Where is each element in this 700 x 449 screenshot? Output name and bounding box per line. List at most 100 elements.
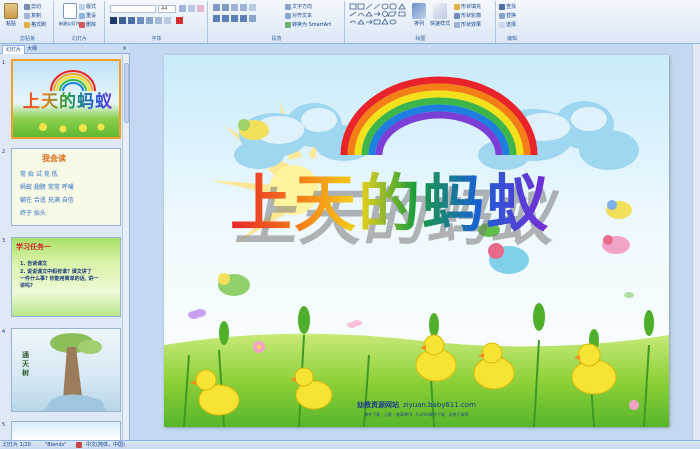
thumb-2-row: 终于 抬头 — [20, 210, 46, 217]
slides-group: 新建幻灯片 版式 重设 删除 幻灯片 — [55, 1, 105, 43]
slide-thumbnail-1[interactable]: 上天的蚂蚁 — [11, 59, 121, 139]
cursor-icon — [499, 21, 505, 28]
layout-button[interactable]: 版式 — [79, 3, 96, 10]
replace-button[interactable]: 替换 — [499, 12, 516, 19]
shadow-icon[interactable] — [146, 17, 153, 24]
shapes-gallery[interactable] — [349, 3, 407, 31]
thumb-2-row: 蚂蚁 翅膀 常常 呼噗 — [20, 184, 74, 191]
format-painter-button[interactable]: 格式刷 — [24, 21, 46, 28]
new-slide-icon — [62, 3, 77, 19]
font-name-combo[interactable] — [110, 5, 156, 13]
justify-icon[interactable] — [240, 15, 247, 22]
close-icon[interactable]: × — [122, 45, 127, 52]
underline-icon[interactable] — [128, 17, 135, 24]
cut-button[interactable]: 剪切 — [24, 3, 41, 10]
scrollbar-thumb[interactable] — [124, 63, 129, 123]
delete-icon — [79, 21, 85, 28]
status-bar: 幻灯片 1/20 "Blends" 中文(简体，中国) — [0, 440, 700, 449]
binoculars-icon — [499, 3, 505, 10]
strikethrough-icon[interactable] — [137, 17, 144, 24]
site-links: 课件下载 · 儿歌 · 故事MP3 · FLASH课件下载 · 试卷下载等 — [364, 412, 469, 417]
slide-number: 3 — [2, 238, 6, 244]
slide-thumbnail-5[interactable] — [11, 421, 121, 440]
pen-icon — [454, 12, 460, 19]
thumb-1-title: 上天的蚂蚁 — [19, 87, 117, 112]
thumb-2-row: 常 抬 试 竞 低 — [20, 171, 58, 178]
bold-icon[interactable] — [110, 17, 117, 24]
align-text-icon — [285, 12, 291, 19]
text-direction-button[interactable]: 文字方向 — [285, 3, 312, 10]
font-group: 44 字体 — [106, 1, 208, 43]
increase-indent-icon[interactable] — [240, 4, 247, 11]
shape-outline-button[interactable]: 形状轮廓 — [454, 12, 481, 19]
quick-styles-button[interactable]: 快速样式 — [430, 3, 450, 27]
slide-thumbnail-3[interactable]: 学习任务一 1. 自读课文 2. 说说课文中蚂有谁? 课文讲了 一件什么事? 你… — [11, 237, 121, 317]
panel-scrollbar[interactable] — [122, 55, 129, 440]
smartart-icon — [285, 21, 291, 28]
find-button[interactable]: 查找 — [499, 3, 516, 10]
tab-slides[interactable]: 幻灯片 — [2, 45, 26, 54]
paragraph-group: 文字方向 对齐文本 转换为 SmartArt 段落 — [209, 1, 345, 43]
grow-font-icon[interactable] — [179, 5, 186, 12]
language: 中文(简体，中国) — [86, 442, 125, 448]
clipboard-group-label: 剪贴板 — [19, 36, 35, 42]
clear-format-icon[interactable] — [197, 5, 204, 12]
columns-icon[interactable] — [249, 15, 256, 22]
copy-button[interactable]: 复制 — [24, 12, 41, 19]
slide-number: 4 — [2, 329, 6, 335]
bullets-icon[interactable] — [213, 4, 220, 11]
paragraph-group-label: 段落 — [271, 36, 282, 42]
theme-name: "Blends" — [45, 442, 67, 448]
spacing-icon[interactable] — [155, 17, 162, 24]
font-group-label: 字体 — [151, 36, 162, 42]
align-text-button[interactable]: 对齐文本 — [285, 12, 312, 19]
decrease-indent-icon[interactable] — [231, 4, 238, 11]
arrange-button[interactable]: 排列 — [412, 3, 426, 27]
align-left-icon[interactable] — [213, 15, 220, 22]
copy-icon — [24, 12, 30, 19]
drawing-group-label: 绘图 — [415, 36, 426, 42]
delete-slide-button[interactable]: 删除 — [79, 21, 96, 28]
tab-outline[interactable]: 大纲 — [24, 45, 40, 54]
replace-icon — [499, 12, 505, 19]
slide-title[interactable]: 上天的蚂蚁 — [230, 153, 550, 243]
shape-fill-button[interactable]: 形状填充 — [454, 3, 481, 10]
slide-thumbnail-2[interactable]: 我会读 常 抬 试 竞 低 蚂蚁 翅膀 常常 呼噗 躺在 合适 充满 自信 终于… — [11, 148, 121, 226]
reset-button[interactable]: 重设 — [79, 12, 96, 19]
slide-editing-area: 上天的蚂蚁 上天的蚂蚁 幼教资源网站 ziyuan.baby611.com 课件… — [131, 44, 700, 440]
thumb-2-row: 躺在 合适 充满 自信 — [20, 197, 74, 204]
thumb-3-line: 2. 说说课文中蚂有谁? 课文讲了 — [20, 269, 92, 275]
effects-icon — [454, 21, 460, 28]
font-color-icon[interactable] — [176, 17, 183, 24]
thumb-3-title: 学习任务一 — [16, 243, 51, 251]
line-spacing-icon[interactable] — [249, 4, 256, 11]
paste-button[interactable]: 粘贴 — [4, 3, 18, 27]
select-button[interactable]: 选择 — [499, 21, 516, 28]
align-center-icon[interactable] — [222, 15, 229, 22]
smartart-button[interactable]: 转换为 SmartArt — [285, 21, 331, 28]
change-case-icon[interactable] — [164, 17, 171, 24]
numbering-icon[interactable] — [222, 4, 229, 11]
thumb-4-title: 通天树 — [22, 351, 29, 377]
slide-scrollbar[interactable] — [692, 44, 700, 440]
brush-icon — [24, 21, 30, 28]
current-slide[interactable]: 上天的蚂蚁 上天的蚂蚁 幼教资源网站 ziyuan.baby611.com 课件… — [164, 55, 669, 427]
slides-group-label: 幻灯片 — [71, 36, 87, 42]
slide-thumbnail-4[interactable]: 通天树 — [11, 328, 121, 412]
text-direction-icon — [285, 3, 291, 10]
slide-counter: 幻灯片 1/20 — [3, 442, 31, 448]
site-name: 幼教资源网站 — [357, 401, 400, 409]
italic-icon[interactable] — [119, 17, 126, 24]
slides-panel: 幻灯片 大纲 × 1 上天的蚂蚁 2 我会读 常 抬 试 竞 低 蚂蚁 翅膀 常… — [0, 44, 130, 440]
shape-effects-button[interactable]: 形状效果 — [454, 21, 481, 28]
thumb-3-line: 一件什么事? 你能用简单的话, 讲一 — [20, 276, 99, 282]
thumb-3-line: 讲吗? — [20, 283, 33, 289]
editing-group-label: 编辑 — [506, 36, 517, 42]
spellcheck-icon[interactable] — [76, 442, 82, 448]
slide-number: 5 — [2, 422, 6, 428]
shrink-font-icon[interactable] — [188, 5, 195, 12]
clipboard-group: 粘贴 剪切 复制 格式刷 剪贴板 — [2, 1, 54, 43]
paste-icon — [4, 3, 18, 19]
align-right-icon[interactable] — [231, 15, 238, 22]
font-size-combo[interactable]: 44 — [158, 5, 176, 13]
